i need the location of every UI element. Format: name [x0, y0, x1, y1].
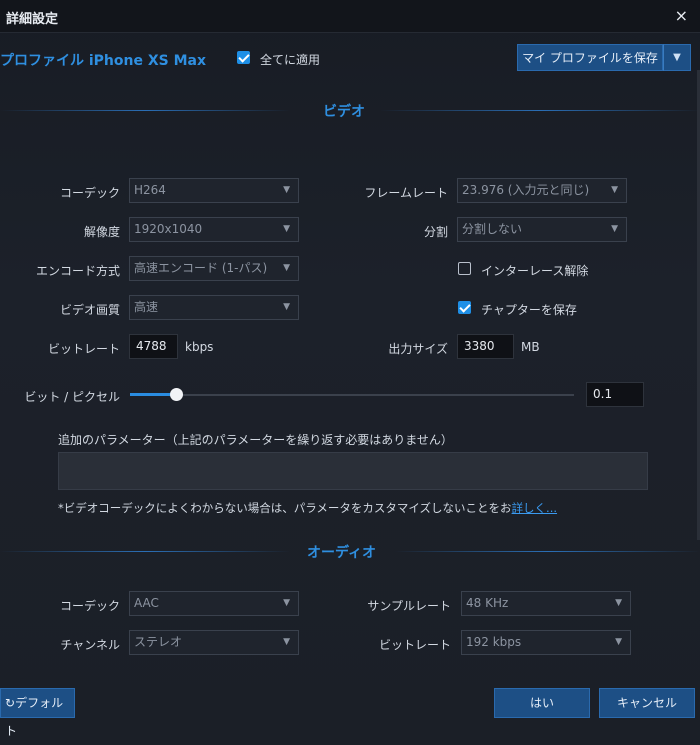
encode-value: 高速エンコード (1-パス) [134, 261, 268, 275]
deinterlace-label: インターレース解除 [481, 264, 589, 278]
resolution-select[interactable]: 1920x1040 ▼ [129, 217, 299, 242]
chevron-down-icon: ▼ [283, 185, 290, 195]
chevron-down-icon: ▼ [611, 224, 618, 234]
bitrate-label: ビットレート [47, 342, 120, 356]
chevron-down-icon: ▼ [283, 224, 290, 234]
chevron-down-icon: ▼ [611, 185, 618, 195]
chevron-down-icon: ▼ [615, 598, 622, 608]
resolution-value: 1920x1040 [134, 222, 203, 236]
deinterlace-checkbox[interactable] [458, 262, 471, 275]
chevron-down-icon: ▼ [615, 637, 622, 647]
framerate-select[interactable]: 23.976 (入力元と同じ) ▼ [457, 178, 627, 203]
output-size-input[interactable]: 3380 [457, 334, 514, 359]
sample-rate-label: サンプルレート [367, 599, 451, 613]
framerate-label: フレームレート [364, 186, 448, 200]
quality-value: 高速 [134, 300, 159, 314]
bits-per-pixel-input[interactable]: 0.1 [586, 382, 644, 407]
reset-icon: ↻ [5, 696, 16, 710]
audio-codec-label: コーデック [59, 599, 120, 613]
audio-codec-select[interactable]: AAC ▼ [129, 591, 299, 616]
audio-section-title: オーディオ [307, 545, 377, 561]
close-icon[interactable]: × [675, 6, 688, 25]
encode-label: エンコード方式 [35, 264, 120, 278]
divider-right [395, 551, 700, 552]
learn-more-link[interactable]: 詳しく... [512, 501, 557, 515]
audio-bitrate-select[interactable]: 192 kbps ▼ [461, 630, 631, 655]
bits-per-pixel-slider-track[interactable] [130, 394, 574, 396]
chevron-down-icon: ▼ [283, 637, 290, 647]
split-value: 分割しない [462, 222, 523, 236]
chevron-down-icon: ▼ [283, 263, 290, 273]
apply-all-checkbox[interactable] [237, 51, 250, 64]
default-button[interactable]: ↻デフォルト [0, 688, 75, 738]
split-select[interactable]: 分割しない ▼ [457, 217, 627, 242]
bits-per-pixel-label: ビット / ピクセル [24, 390, 120, 404]
audio-codec-value: AAC [134, 596, 159, 610]
profile-name: プロファイル iPhone XS Max [0, 53, 207, 69]
channel-label: チャンネル [60, 638, 120, 652]
video-codec-label: コーデック [59, 186, 120, 200]
codec-note-text: *ビデオコーデックによくわからない場合は、パラメータをカスタマイズしないことをお [58, 501, 512, 515]
audio-bitrate-label: ビットレート [378, 638, 451, 652]
save-chapters-checkbox[interactable] [458, 301, 471, 314]
audio-bitrate-value: 192 kbps [466, 635, 522, 649]
sample-rate-value: 48 KHz [466, 596, 509, 610]
cancel-button[interactable]: キャンセル [599, 688, 695, 718]
advanced-settings-dialog: 詳細設定 × プロファイル iPhone XS Max 全てに適用 マイ プロフ… [0, 0, 700, 738]
save-chapters-label: チャプターを保存 [481, 303, 577, 317]
bitrate-input[interactable]: 4788 [129, 334, 178, 359]
split-label: 分割 [423, 225, 448, 239]
video-codec-select[interactable]: H264 ▼ [129, 178, 299, 203]
chevron-down-icon: ▼ [283, 302, 290, 312]
sample-rate-select[interactable]: 48 KHz ▼ [461, 591, 631, 616]
quality-select[interactable]: 高速 ▼ [129, 295, 299, 320]
output-size-unit: MB [521, 340, 540, 354]
divider-left [0, 110, 290, 111]
bitrate-unit: kbps [185, 340, 214, 354]
encode-select[interactable]: 高速エンコード (1-パス) ▼ [129, 256, 299, 281]
output-size-label: 出力サイズ [388, 342, 448, 356]
framerate-value: 23.976 (入力元と同じ) [462, 183, 590, 197]
video-section-title: ビデオ [323, 104, 365, 120]
divider-left [0, 551, 290, 552]
save-profile-button[interactable]: マイ プロファイルを保存 [517, 44, 663, 71]
chevron-down-icon: ▼ [283, 598, 290, 608]
bits-per-pixel-slider-handle[interactable] [170, 388, 183, 401]
channel-value: ステレオ [134, 635, 183, 649]
apply-all-label: 全てに適用 [260, 53, 321, 67]
codec-note: *ビデオコーデックによくわからない場合は、パラメータをカスタマイズしないことをお… [58, 500, 557, 516]
channel-select[interactable]: ステレオ ▼ [129, 630, 299, 655]
ok-button[interactable]: はい [494, 688, 590, 718]
title-bar: 詳細設定 × [0, 0, 700, 33]
extra-params-label: 追加のパラメーター（上記のパラメーターを繰り返す必要はありません） [58, 433, 453, 447]
window-title: 詳細設定 [6, 12, 59, 27]
quality-label: ビデオ画質 [59, 303, 120, 317]
extra-params-textarea[interactable] [58, 452, 648, 490]
divider-right [380, 110, 700, 111]
video-codec-value: H264 [134, 183, 166, 197]
save-profile-dropdown[interactable]: ▼ [663, 44, 691, 71]
resolution-label: 解像度 [83, 225, 120, 239]
